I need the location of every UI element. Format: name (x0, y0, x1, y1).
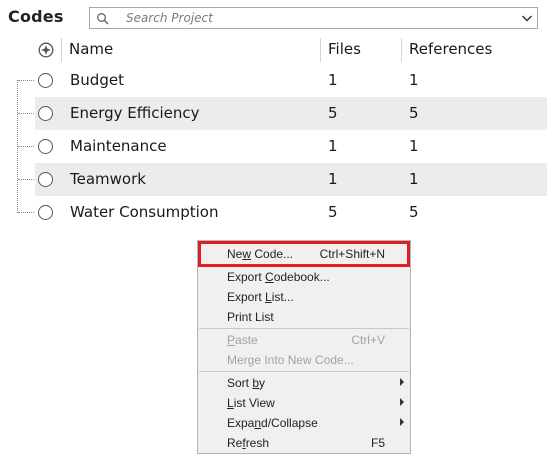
context-menu: New Code... Ctrl+Shift+N Export Codebook… (197, 240, 411, 454)
menu-separator (199, 371, 409, 372)
mnemonic-char: C (265, 270, 274, 284)
radio-select-all-icon[interactable] (38, 42, 54, 58)
column-header-references[interactable]: References (409, 40, 492, 58)
column-separator[interactable] (320, 38, 321, 62)
menu-item-label: Expand/Collapse (227, 416, 318, 430)
radio-icon[interactable] (38, 139, 53, 154)
chevron-right-icon (400, 378, 404, 386)
tree-connector (18, 146, 34, 147)
row-references: 5 (409, 203, 419, 221)
row-files: 5 (328, 203, 338, 221)
table-row[interactable]: Water Consumption 5 5 (35, 196, 547, 229)
menu-item-label: Sort by (227, 376, 266, 390)
chevron-right-icon (400, 398, 404, 406)
mnemonic-char: b (252, 376, 260, 390)
row-files: 1 (328, 71, 338, 89)
menu-item-shortcut: Ctrl+V (351, 333, 385, 347)
row-files: 1 (328, 170, 338, 188)
radio-icon[interactable] (38, 205, 53, 220)
menu-item-sort-by[interactable]: Sort by (198, 373, 410, 393)
row-name: Budget (70, 71, 124, 89)
menu-item-export-list[interactable]: Export List... (198, 287, 410, 307)
row-files: 5 (328, 104, 338, 122)
row-name: Energy Efficiency (70, 104, 200, 122)
mnemonic-char: P (227, 333, 236, 347)
table-row[interactable]: Energy Efficiency 5 5 (35, 97, 547, 130)
chevron-down-icon[interactable] (519, 10, 535, 26)
column-header-name[interactable]: Name (69, 40, 113, 58)
menu-item-paste[interactable]: Paste Ctrl+V (198, 330, 410, 350)
menu-item-label: Merge Into New Code... (227, 353, 354, 367)
row-name: Water Consumption (70, 203, 219, 221)
radio-icon[interactable] (38, 172, 53, 187)
menu-item-label: List View (227, 396, 275, 410)
table-row[interactable]: Budget 1 1 (35, 64, 547, 97)
table-row[interactable]: Maintenance 1 1 (35, 130, 547, 163)
mnemonic-char: L (265, 290, 272, 304)
search-icon (96, 11, 110, 25)
row-references: 5 (409, 104, 419, 122)
menu-item-merge-into-new-code[interactable]: Merge Into New Code... (198, 350, 410, 370)
menu-item-label: Refresh (227, 436, 270, 450)
search-placeholder[interactable]: Search Project (126, 11, 213, 25)
row-references: 1 (409, 170, 419, 188)
row-name: Teamwork (70, 170, 146, 188)
search-field[interactable]: Search Project (89, 7, 538, 29)
menu-separator (199, 328, 409, 329)
menu-item-list-view[interactable]: List View (198, 393, 410, 413)
row-name: Maintenance (70, 137, 167, 155)
menu-item-print-list[interactable]: Print List (198, 307, 410, 327)
highlight-box (198, 241, 410, 267)
row-files: 1 (328, 137, 338, 155)
menu-item-label: Print List (227, 310, 274, 324)
column-separator[interactable] (401, 38, 402, 62)
menu-item-shortcut: F5 (370, 436, 385, 450)
table-row[interactable]: Teamwork 1 1 (35, 163, 547, 196)
row-references: 1 (409, 137, 419, 155)
radio-icon[interactable] (38, 73, 53, 88)
mnemonic-char: L (227, 396, 234, 410)
column-header-files[interactable]: Files (328, 40, 361, 58)
tree-connector (18, 113, 34, 114)
menu-item-label: Paste (227, 333, 258, 347)
mnemonic-char: f (242, 436, 246, 450)
chevron-right-icon (400, 418, 404, 426)
menu-item-label: Export List... (227, 290, 294, 304)
menu-item-expand-collapse[interactable]: Expand/Collapse (198, 413, 410, 433)
radio-icon[interactable] (38, 106, 53, 121)
tree-connector (18, 212, 34, 213)
menu-item-export-codebook[interactable]: Export Codebook... (198, 267, 410, 287)
row-references: 1 (409, 71, 419, 89)
menu-item-label: Export Codebook... (227, 270, 330, 284)
tree-connector (18, 80, 34, 81)
tree-connector (18, 179, 34, 180)
column-header-row: Name Files References (0, 36, 547, 64)
mnemonic-char: n (254, 416, 262, 430)
panel-header: Codes Search Project (0, 0, 547, 36)
panel-title: Codes (8, 7, 64, 26)
column-separator[interactable] (61, 38, 62, 62)
menu-item-refresh[interactable]: Refresh F5 (198, 433, 410, 453)
